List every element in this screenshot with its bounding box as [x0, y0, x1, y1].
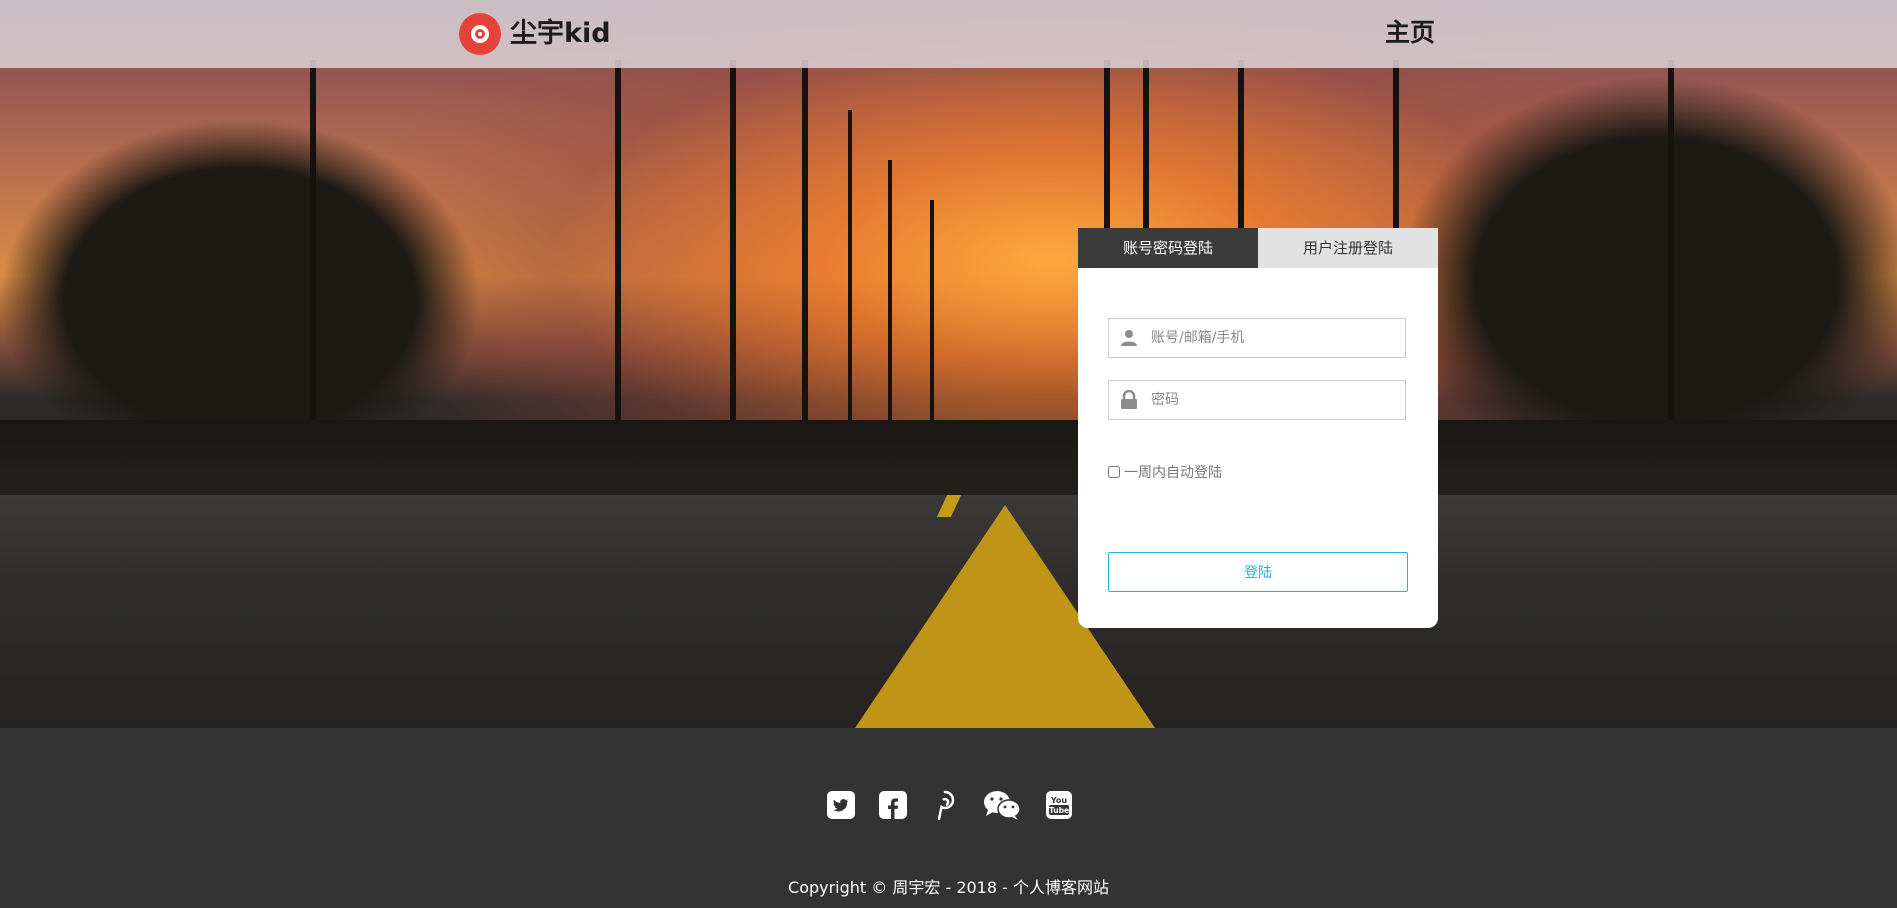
username-field[interactable]: [1108, 318, 1406, 358]
youtube-icon[interactable]: You Tube: [1044, 790, 1074, 820]
social-links: You Tube: [826, 790, 1074, 821]
pinterest-icon[interactable]: [930, 790, 960, 821]
brand-name[interactable]: 尘宇kid: [510, 14, 611, 54]
twitter-icon[interactable]: [826, 790, 856, 820]
remember-checkbox[interactable]: [1108, 466, 1120, 478]
username-input[interactable]: [1149, 329, 1393, 347]
palm-trunk: [848, 110, 852, 440]
top-navbar: 尘宇kid 主页: [0, 0, 1897, 68]
password-field[interactable]: [1108, 380, 1406, 420]
svg-text:You: You: [1050, 796, 1068, 805]
svg-text:Tube: Tube: [1049, 806, 1069, 815]
login-button[interactable]: 登陆: [1108, 552, 1408, 592]
remember-me[interactable]: 一周内自动登陆: [1108, 462, 1222, 482]
copyright-text: Copyright © 周宇宏 - 2018 - 个人博客网站: [788, 878, 1109, 897]
palm-trunk: [888, 160, 892, 440]
login-panel: 账号密码登陆 用户注册登陆 一周内自动登陆 登陆: [1078, 228, 1438, 628]
hero-background: [0, 0, 1897, 728]
wechat-icon[interactable]: [982, 790, 1022, 820]
facebook-icon[interactable]: [878, 790, 908, 820]
remember-label: 一周内自动登陆: [1124, 465, 1222, 481]
palm-trunk: [930, 200, 934, 440]
user-icon: [1109, 319, 1149, 357]
lock-icon: [1109, 381, 1149, 419]
palm-trunk: [1238, 60, 1244, 240]
tab-register-login[interactable]: 用户注册登陆: [1258, 228, 1438, 268]
password-input[interactable]: [1149, 391, 1393, 409]
palm-trunk: [802, 60, 808, 440]
tab-password-login[interactable]: 账号密码登陆: [1078, 228, 1258, 268]
palm-trunk: [730, 60, 736, 460]
logo-icon[interactable]: [459, 13, 501, 55]
footer: You Tube Copyright © 周宇宏 - 2018 - 个人博客网站: [0, 728, 1897, 908]
nav-home-link[interactable]: 主页: [1385, 15, 1435, 51]
gear-icon: [471, 25, 489, 43]
login-tabs: 账号密码登陆 用户注册登陆: [1078, 228, 1438, 268]
palm-trunk: [1143, 60, 1149, 240]
